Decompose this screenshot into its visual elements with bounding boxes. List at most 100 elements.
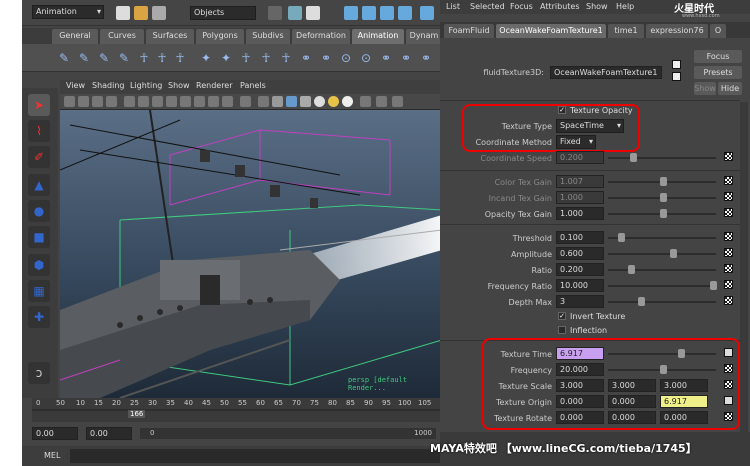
resolution-gate-icon[interactable]: [152, 96, 163, 107]
select-tool-icon[interactable]: ➤: [28, 94, 50, 116]
viewport-menu-shading[interactable]: Shading: [92, 81, 125, 90]
start-time-field[interactable]: 0.00: [32, 427, 78, 440]
map-button-icon[interactable]: [724, 192, 733, 201]
input-connection-icon[interactable]: [672, 60, 681, 69]
shelf-tab-curves[interactable]: Curves: [100, 29, 144, 44]
camera-select-icon[interactable]: [64, 96, 75, 107]
tab-oceanwakefoamtexture1[interactable]: OceanWakeFoamTexture1: [496, 24, 606, 38]
rotate-tool-icon[interactable]: ●: [28, 200, 50, 222]
playback-start-field[interactable]: 0.00: [86, 427, 132, 440]
node-name-field[interactable]: OceanWakeFoamTexture1: [550, 66, 662, 79]
depth-max-knob[interactable]: [638, 297, 645, 306]
color-tex-gain-knob[interactable]: [660, 177, 667, 186]
image-plane-icon[interactable]: [106, 96, 117, 107]
opacity-tex-gain-knob[interactable]: [660, 209, 667, 218]
select-component-icon[interactable]: [306, 6, 320, 20]
presets-button[interactable]: Presets: [694, 66, 742, 79]
constraint-geometry-icon[interactable]: ⚭: [418, 49, 434, 67]
ik-spline-icon[interactable]: ✎: [76, 49, 92, 67]
ae-menu-list[interactable]: List: [446, 2, 460, 11]
soft-mod-icon[interactable]: ▦: [28, 280, 50, 302]
map-button-icon[interactable]: [724, 280, 733, 289]
hud-icon[interactable]: [222, 96, 233, 107]
map-button-icon[interactable]: [724, 152, 733, 161]
show-button[interactable]: Show: [694, 82, 716, 95]
move-tool-icon[interactable]: ▲: [28, 174, 50, 196]
gate-mask-icon[interactable]: [166, 96, 177, 107]
snap-grid-icon[interactable]: [344, 6, 358, 20]
map-button-icon[interactable]: [724, 248, 733, 257]
constraint-aim-icon[interactable]: ⊙: [358, 49, 374, 67]
use-default-light-icon[interactable]: [314, 96, 325, 107]
constraint-point-icon[interactable]: ⚭: [318, 49, 334, 67]
select-object-icon[interactable]: [288, 6, 302, 20]
motion-trail-icon[interactable]: ✎: [116, 49, 132, 67]
frequency-ratio-field[interactable]: 10.000: [556, 279, 604, 292]
tab-overflow[interactable]: O: [710, 24, 726, 38]
lattice-icon[interactable]: ☥: [238, 49, 254, 67]
skin-bind-icon[interactable]: ☥: [172, 49, 188, 67]
viewport-menu-show[interactable]: Show: [168, 81, 190, 90]
constraint-orient-icon[interactable]: ⊙: [338, 49, 354, 67]
mel-input[interactable]: [70, 449, 442, 463]
coordinate-speed-field[interactable]: 0.200: [556, 151, 604, 164]
safe-title-icon[interactable]: [208, 96, 219, 107]
shelf-tab-deformation[interactable]: Deformation: [292, 29, 350, 44]
range-bar[interactable]: 0 1000: [140, 428, 436, 439]
shelf-tab-general[interactable]: General: [52, 29, 98, 44]
map-button-icon[interactable]: [724, 208, 733, 217]
incand-tex-gain-knob[interactable]: [660, 193, 667, 202]
tab-foamfluid[interactable]: FoamFluid: [444, 24, 494, 38]
xray-icon[interactable]: [376, 96, 387, 107]
xray-joints-icon[interactable]: [392, 96, 403, 107]
show-manipulator-icon[interactable]: ✚: [28, 306, 50, 328]
shadows-icon[interactable]: [342, 96, 353, 107]
hide-button[interactable]: Hide: [718, 82, 742, 95]
ae-menu-show[interactable]: Show: [586, 2, 608, 11]
frequency-ratio-knob[interactable]: [710, 281, 717, 290]
joint-chain-icon[interactable]: ✦: [218, 49, 234, 67]
coordinate-speed-knob[interactable]: [630, 153, 637, 162]
map-button-icon[interactable]: [724, 232, 733, 241]
tab-time1[interactable]: time1: [608, 24, 644, 38]
color-tex-gain-field[interactable]: 1.007: [556, 175, 604, 188]
coordinate-speed-slider[interactable]: [608, 157, 716, 159]
frequency-ratio-slider[interactable]: [608, 285, 716, 287]
current-frame-indicator[interactable]: 166: [128, 410, 146, 418]
lasso-tool-icon[interactable]: ⌇: [28, 120, 50, 142]
new-scene-icon[interactable]: [116, 6, 130, 20]
cluster-icon[interactable]: ☥: [258, 49, 274, 67]
paint-weights-icon[interactable]: ⚭: [298, 49, 314, 67]
shelf-tab-polygons[interactable]: Polygons: [196, 29, 244, 44]
wireframe-icon[interactable]: [258, 96, 269, 107]
constraint-parent-icon[interactable]: ⚭: [378, 49, 394, 67]
selection-mode-dropdown[interactable]: Objects: [190, 6, 256, 20]
universal-manipulator-icon[interactable]: ⬢: [28, 254, 50, 276]
invert-texture-checkbox[interactable]: ✓: [558, 312, 566, 320]
deform-icon[interactable]: ☥: [278, 49, 294, 67]
snap-point-icon[interactable]: [380, 6, 394, 20]
map-button-icon[interactable]: [724, 264, 733, 273]
inflection-checkbox[interactable]: [558, 326, 566, 334]
character-set-icon[interactable]: ☥: [154, 49, 170, 67]
viewport-menu-renderer[interactable]: Renderer: [196, 81, 233, 90]
amplitude-knob[interactable]: [670, 249, 677, 258]
select-hierarchy-icon[interactable]: [268, 6, 282, 20]
joint-tool-icon[interactable]: ✦: [198, 49, 214, 67]
focus-button[interactable]: Focus: [694, 50, 742, 63]
snap-surface-icon[interactable]: [398, 6, 412, 20]
ae-scrollbar[interactable]: [740, 102, 748, 432]
open-scene-icon[interactable]: [134, 6, 148, 20]
ae-menu-selected[interactable]: Selected: [470, 2, 505, 11]
menu-mode-dropdown[interactable]: Animation ▾: [32, 5, 104, 19]
constraint-pole-icon[interactable]: ⚭: [398, 49, 414, 67]
grid-toggle-icon[interactable]: [124, 96, 135, 107]
character-icon[interactable]: ☥: [136, 49, 152, 67]
wireframe-on-shaded-icon[interactable]: [286, 96, 297, 107]
output-connection-icon[interactable]: [672, 72, 681, 81]
ratio-field[interactable]: 0.200: [556, 263, 604, 276]
shelf-tab-animation[interactable]: Animation: [352, 29, 404, 44]
paint-select-icon[interactable]: ✐: [28, 146, 50, 168]
time-slider[interactable]: 0 50 10 15 20 25 30 35 40 45 50 55 60 65…: [32, 398, 442, 422]
viewport-menu-panels[interactable]: Panels: [240, 81, 266, 90]
